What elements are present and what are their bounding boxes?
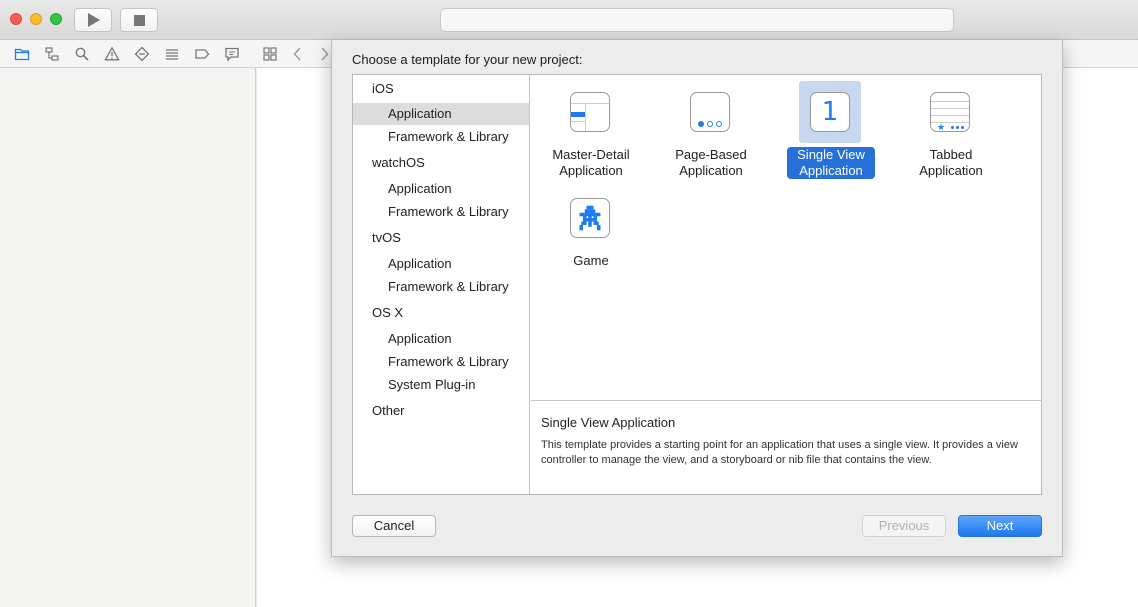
folder-icon[interactable] xyxy=(14,46,30,62)
next-button[interactable]: Next xyxy=(958,515,1042,537)
minimize-window-button[interactable] xyxy=(30,13,42,25)
master-detail-icon xyxy=(570,92,610,132)
template-grid: Master-Detail Application Page-Based Appli… xyxy=(531,75,1041,401)
game-sprite-icon xyxy=(570,198,610,238)
template-label-line1: Single View xyxy=(797,147,865,162)
template-master-detail[interactable]: Master-Detail Application xyxy=(541,77,641,187)
sheet-title: Choose a template for your new project: xyxy=(352,52,583,67)
template-page-based[interactable]: Page-Based Application xyxy=(661,77,761,187)
category-item-ios-application[interactable]: Application xyxy=(353,103,529,125)
activity-viewer xyxy=(440,8,954,32)
category-item-ios-framework-library[interactable]: Framework & Library xyxy=(353,126,529,148)
category-header-ios[interactable]: iOS xyxy=(372,79,394,99)
category-item-osx-system-plugin[interactable]: System Plug-in xyxy=(353,374,529,396)
single-view-icon: 1 xyxy=(810,92,850,132)
template-label-line2: Application xyxy=(679,163,743,178)
category-item-osx-framework-library[interactable]: Framework & Library xyxy=(353,351,529,373)
test-diamond-icon[interactable] xyxy=(134,46,150,62)
star-icon: ★ xyxy=(937,122,946,132)
template-single-view[interactable]: 1 Single View Application xyxy=(781,77,881,187)
template-tabbed[interactable]: ★ Tabbed Application xyxy=(901,77,1001,187)
tabbed-icon: ★ xyxy=(930,92,970,132)
description-body: This template provides a starting point … xyxy=(541,439,1018,466)
play-icon xyxy=(88,13,100,27)
single-view-glyph: 1 xyxy=(821,97,839,127)
template-panel: iOS Application Framework & Library watc… xyxy=(352,74,1042,495)
window-toolbar xyxy=(0,0,1138,40)
template-label-line2: Application xyxy=(919,163,983,178)
run-button[interactable] xyxy=(74,8,112,32)
category-item-watchos-framework-library[interactable]: Framework & Library xyxy=(353,201,529,223)
close-window-button[interactable] xyxy=(10,13,22,25)
back-chevron-icon[interactable] xyxy=(290,46,306,62)
breakpoint-icon[interactable] xyxy=(194,46,210,62)
navigator-selector-bar xyxy=(0,40,256,68)
stop-icon xyxy=(133,14,145,26)
page-based-icon xyxy=(690,92,730,132)
warning-icon[interactable] xyxy=(104,46,120,62)
category-item-tvos-framework-library[interactable]: Framework & Library xyxy=(353,276,529,298)
category-item-watchos-application[interactable]: Application xyxy=(353,178,529,200)
template-label-line2: Application xyxy=(559,163,623,178)
template-game[interactable]: Game xyxy=(541,183,641,283)
template-description: Single View Application This template pr… xyxy=(531,402,1041,494)
zoom-window-button[interactable] xyxy=(50,13,62,25)
category-list: iOS Application Framework & Library watc… xyxy=(353,75,530,494)
category-item-tvos-application[interactable]: Application xyxy=(353,253,529,275)
navigator-panel xyxy=(0,68,256,607)
template-label-line2: Application xyxy=(799,163,863,178)
category-item-osx-application[interactable]: Application xyxy=(353,328,529,350)
previous-button[interactable]: Previous xyxy=(862,515,946,537)
category-header-other[interactable]: Other xyxy=(372,401,405,421)
stop-button[interactable] xyxy=(120,8,158,32)
template-label-line1: Tabbed xyxy=(929,147,973,162)
category-header-watchos[interactable]: watchOS xyxy=(372,153,425,173)
description-title: Single View Application xyxy=(541,415,676,430)
category-header-osx[interactable]: OS X xyxy=(372,303,403,323)
template-label-line1: Page-Based xyxy=(675,147,747,162)
comment-icon[interactable] xyxy=(224,46,240,62)
search-icon[interactable] xyxy=(74,46,90,62)
forward-chevron-icon[interactable] xyxy=(316,46,332,62)
template-label-line1: Game xyxy=(573,253,609,268)
cancel-button[interactable]: Cancel xyxy=(352,515,436,537)
hierarchy-icon[interactable] xyxy=(44,46,60,62)
template-chooser-sheet: Choose a template for your new project: … xyxy=(331,40,1063,557)
category-header-tvos[interactable]: tvOS xyxy=(372,228,401,248)
debug-list-icon[interactable] xyxy=(164,46,180,62)
template-label-line1: Master-Detail xyxy=(552,147,630,162)
grid-icon[interactable] xyxy=(262,46,278,62)
